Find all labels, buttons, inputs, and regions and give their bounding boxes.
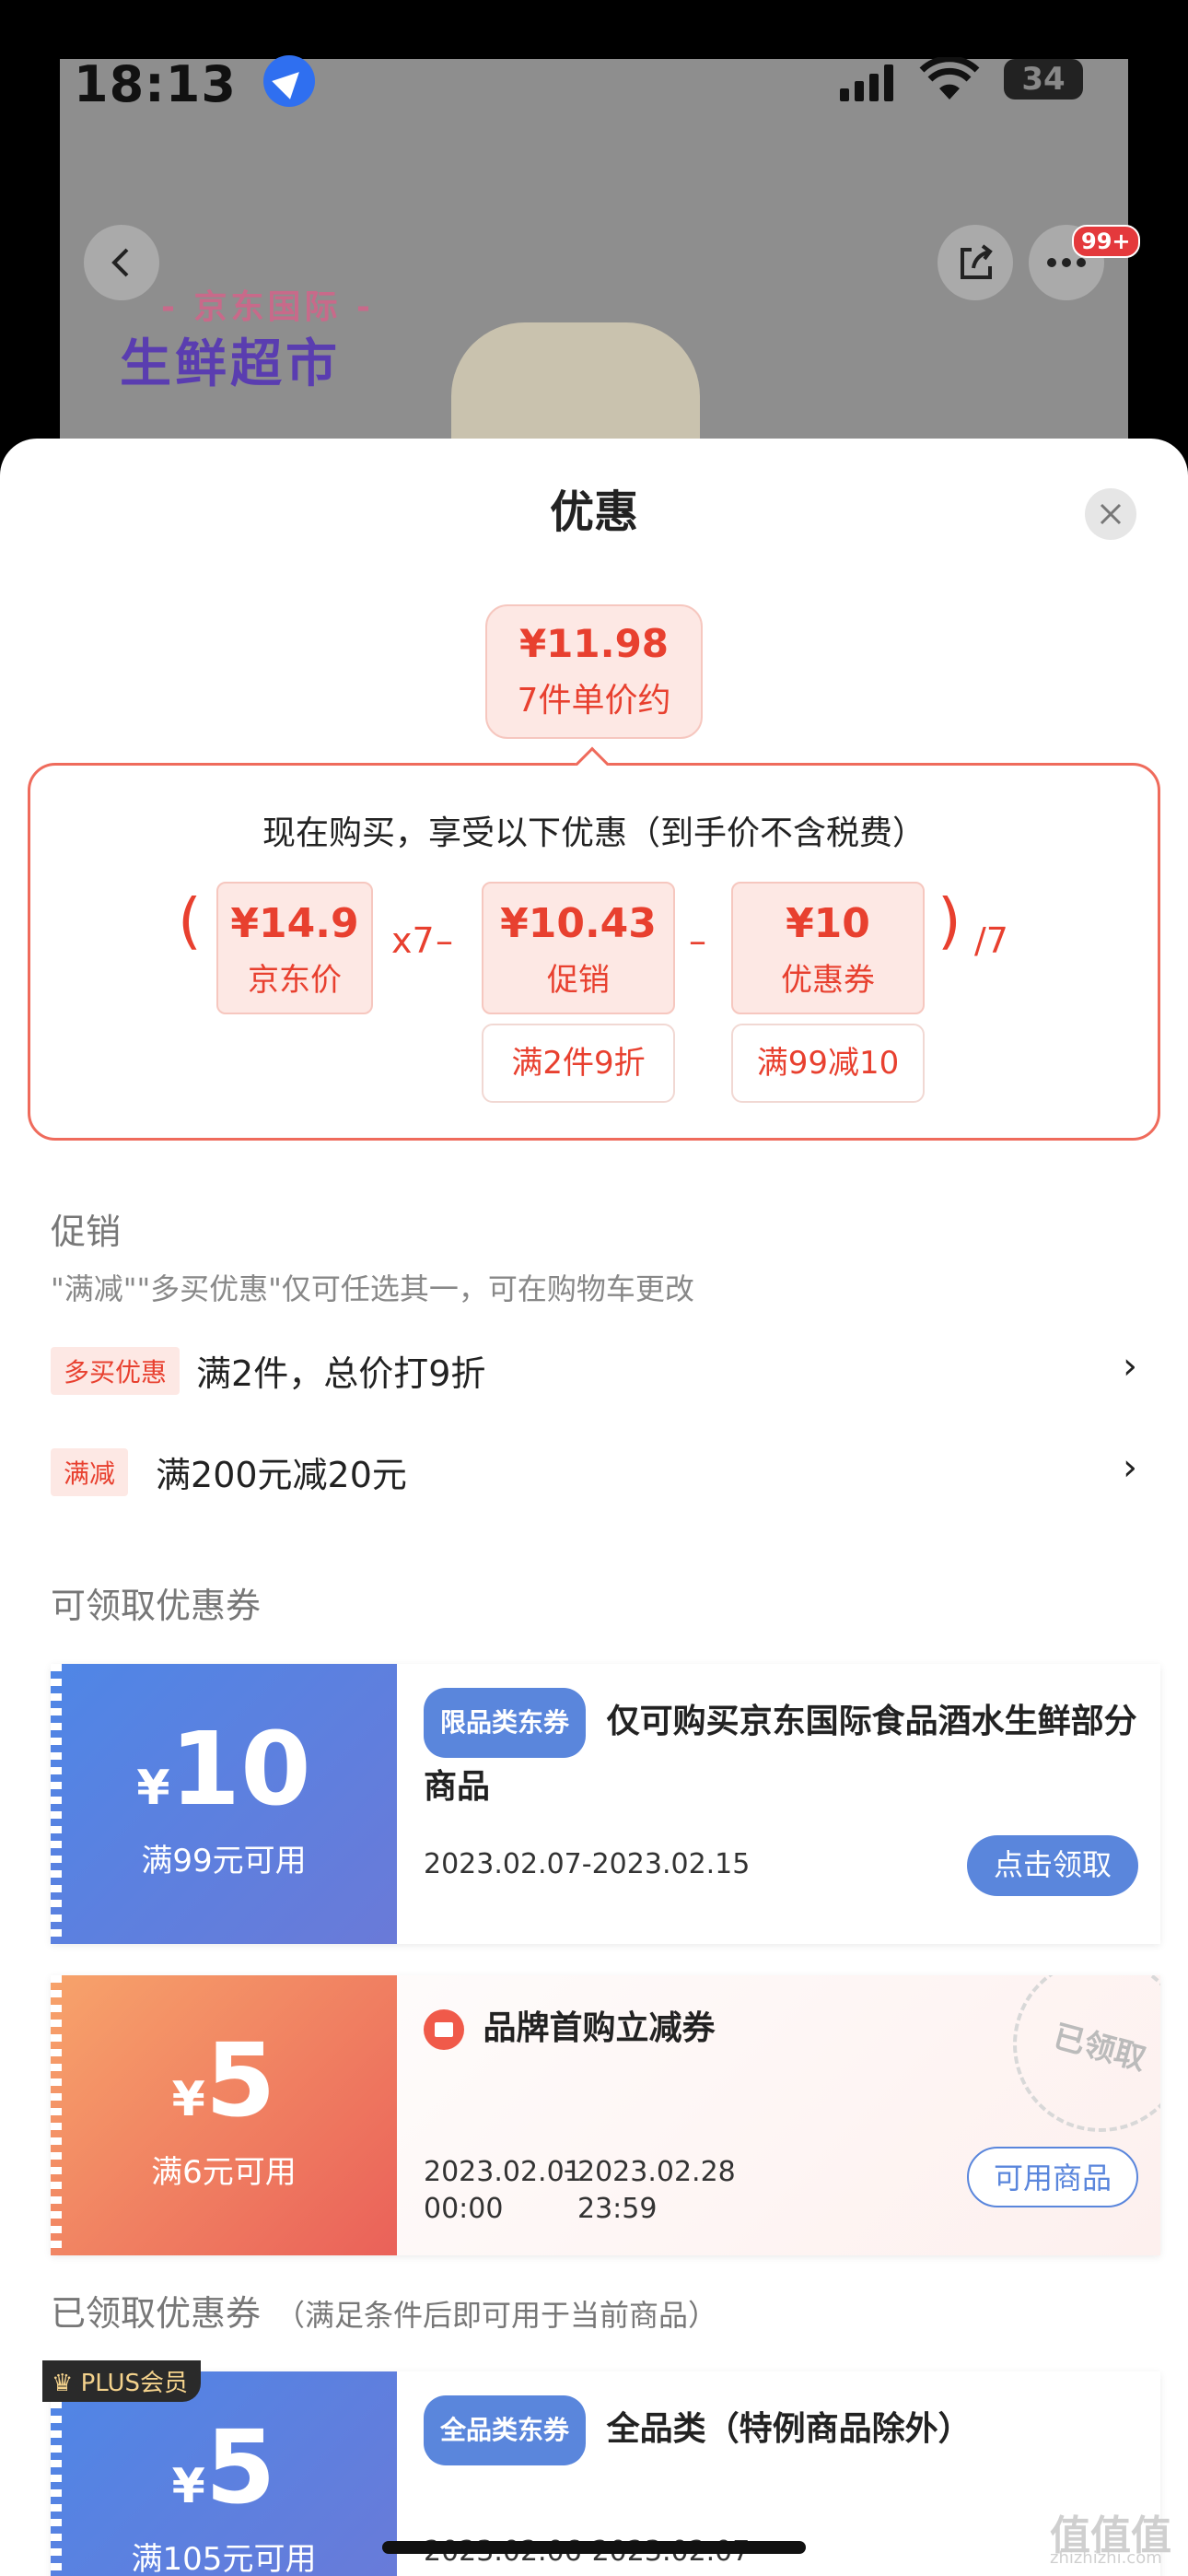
coupon-amount: 10 (169, 1710, 311, 1828)
gift-icon (424, 2009, 464, 2050)
coupon-amount: 5 (204, 2408, 276, 2526)
close-paren: ) (938, 885, 961, 956)
plus-member-badge: ♛ PLUS会员 (42, 2360, 201, 2402)
claimable-coupons-title: 可领取优惠券 (51, 1586, 262, 1626)
coupon-description: 品牌首购立减券 (483, 2009, 716, 2047)
calc-heading: 现在购买，享受以下优惠（到手价不含税费） (262, 814, 926, 852)
coupon-value-panel: ¥5 满6元可用 (51, 1975, 397, 2255)
calc-promo: ¥10.43 促销 (482, 882, 675, 1014)
home-indicator[interactable] (382, 2541, 806, 2554)
coupon-value: ¥10 (786, 900, 870, 947)
share-icon (961, 244, 993, 279)
coupon-condition: 满99元可用 (141, 1843, 307, 1879)
coupon-date: 2023.02.07-2023.02.15 (424, 1848, 751, 1880)
watermark-url: zhizhizhi.com (1050, 2548, 1162, 2568)
coupon-rule: 满99减10 (731, 1024, 925, 1103)
coupon-card: ¥5 满6元可用 品牌首购立减券 2023.02.01 00:00 - 2023… (51, 1975, 1160, 2255)
minus-operator: – (436, 920, 453, 961)
jd-price-label: 京东价 (248, 962, 342, 999)
coupon-date-start: 2023.02.01 00:00 (424, 2156, 582, 2225)
price-calculation-box: 现在购买，享受以下优惠（到手价不含税费） ( ¥14.9 京东价 x7 – ¥1… (28, 763, 1160, 1141)
promo-rule: 满2件9折 (482, 1024, 675, 1103)
more-dots-icon (1047, 258, 1086, 267)
unit-price-label: 7件单价约 (517, 682, 671, 720)
close-icon (1100, 503, 1122, 525)
promo-label: 促销 (547, 962, 610, 999)
promo-text: 满2件，总价打9折 (196, 1353, 486, 1394)
promo-row-full-reduction[interactable]: 满减 满200元减20元 › (51, 1446, 1137, 1502)
coupon-category-tag: 限品类东券 (424, 1688, 587, 1758)
close-button[interactable] (1085, 488, 1136, 540)
back-button[interactable] (84, 225, 159, 300)
promo-tag: 多买优惠 (51, 1346, 181, 1395)
minus-operator: – (689, 920, 706, 961)
coupon-condition: 满105元可用 (131, 2541, 317, 2576)
store-brand-top: - 京东国际 - (161, 288, 374, 326)
share-button[interactable] (938, 225, 1013, 300)
coupon-condition: 满6元可用 (151, 2154, 297, 2191)
coupon-date-end: 2023.02.28 23:59 (577, 2156, 736, 2225)
coupon-category-tag: 全品类东券 (424, 2395, 587, 2465)
coupon-currency: ¥ (136, 1761, 170, 1816)
jd-price-value: ¥14.9 (230, 900, 359, 947)
coupon-value-panel: ¥10 满99元可用 (51, 1664, 397, 1944)
calc-jd-price: ¥14.9 京东价 (216, 882, 373, 1014)
divisor: /7 (974, 920, 1008, 961)
chevron-right-icon: › (1123, 1345, 1137, 1388)
coupon-label: 优惠券 (781, 962, 875, 999)
multiplier: x7 (391, 920, 435, 961)
coupon-currency: ¥ (171, 2072, 205, 2127)
promo-value: ¥10.43 (500, 900, 657, 947)
sheet-title: 优惠 (549, 486, 638, 538)
store-brand-main: 生鲜超市 (120, 334, 341, 394)
chevron-left-icon (111, 248, 129, 277)
coupon-description: 全品类（特例商品除外） (606, 2410, 972, 2448)
coupon-value-panel: ¥5 满105元可用 (51, 2371, 397, 2576)
coupon-currency: ¥ (171, 2459, 205, 2514)
open-paren: ( (178, 885, 202, 956)
promotions-title: 促销 (51, 1212, 122, 1252)
status-time: 18:13 (74, 55, 237, 113)
coupon-date-separator: - (564, 2154, 574, 2186)
calc-coupon: ¥10 优惠券 (731, 882, 925, 1014)
unit-price: ¥11.98 (518, 621, 670, 666)
claimed-coupons-title: 已领取优惠券 （满足条件后即可用于当前商品） (51, 2293, 718, 2334)
available-products-button[interactable]: 可用商品 (967, 2147, 1138, 2207)
promotions-note: "满减""多买优惠"仅可任选其一，可在购物车更改 (51, 1271, 694, 1306)
cellular-signal-icon (840, 64, 895, 101)
discount-sheet: 优惠 ¥11.98 7件单价约 现在购买，享受以下优惠（到手价不含税费） ( ¥… (0, 439, 1188, 2576)
crown-icon: ♛ (52, 2370, 74, 2397)
claimed-coupons-note: （满足条件后即可用于当前商品） (275, 2298, 718, 2333)
location-arrow-icon (263, 55, 315, 107)
chevron-right-icon: › (1123, 1446, 1137, 1489)
coupon-card: ¥10 满99元可用 限品类东券 仅可购买京东国际食品酒水生鲜部分商品 2023… (51, 1664, 1160, 1944)
unit-price-pill: ¥11.98 7件单价约 (485, 604, 703, 739)
battery-indicator: 34 (1004, 59, 1083, 100)
notification-badge: 99+ (1072, 225, 1140, 258)
promo-row-multi-buy[interactable]: 多买优惠 满2件，总价打9折 › (51, 1345, 1137, 1400)
coupon-amount: 5 (204, 2021, 276, 2139)
wifi-icon (919, 57, 980, 100)
promo-text: 满200元减20元 (156, 1455, 407, 1495)
promo-tag: 满减 (51, 1447, 129, 1496)
claim-coupon-button[interactable]: 点击领取 (967, 1835, 1138, 1896)
